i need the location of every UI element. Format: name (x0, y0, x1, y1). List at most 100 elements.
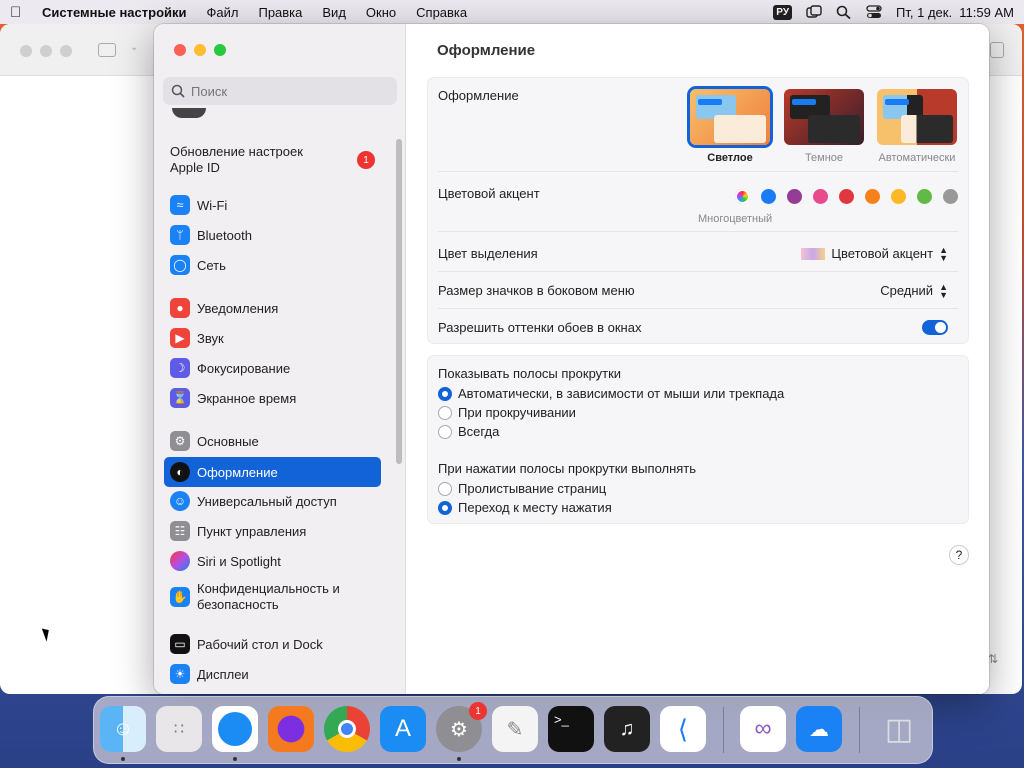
menu-app-name[interactable]: Системные настройки (42, 5, 187, 20)
auto-theme-label[interactable]: Автоматически (872, 152, 962, 164)
menu-file[interactable]: Файл (207, 5, 239, 20)
sidebar-item-bluetooth[interactable]: ᛘ Bluetooth (164, 221, 381, 249)
chrome-icon[interactable] (324, 706, 370, 752)
accent-purple-swatch[interactable] (787, 189, 802, 204)
accent-pink-swatch[interactable] (813, 189, 828, 204)
sidebar-item-focus[interactable]: ☽ Фокусирование (164, 354, 381, 382)
accent-orange-swatch[interactable] (865, 189, 880, 204)
click-spot-radio[interactable]: Переход к месту нажатия (438, 500, 612, 515)
sidebar-toggle-icon[interactable] (98, 43, 116, 57)
menu-clock[interactable]: Пт, 1 дек. 11:59 AM (896, 5, 1014, 20)
sidebar-scrollbar[interactable] (396, 139, 402, 464)
apple-menu-icon[interactable]:  (10, 4, 32, 21)
auto-theme-thumbnail[interactable] (877, 89, 957, 145)
sidebar-item-apple-id-update[interactable]: Обновление настроек Apple ID 1 (164, 142, 381, 180)
scroll-auto-radio[interactable]: Автоматически, в зависимости от мыши или… (438, 386, 784, 401)
help-button[interactable]: ? (949, 545, 969, 565)
sidebar-item-siri-spotlight[interactable]: Siri и Spotlight (164, 547, 381, 575)
appearance-pane: Оформление Оформление Светлое Темное Авт… (407, 24, 989, 694)
launchpad-icon[interactable]: ∷ (156, 706, 202, 752)
control-center-icon[interactable] (866, 5, 882, 19)
highlight-popup[interactable]: Цветовой акцент ▲ ▼ (801, 244, 948, 263)
accent-multicolor-swatch[interactable] (735, 189, 750, 204)
terminal-icon[interactable]: >_ (548, 706, 594, 752)
close-button[interactable] (174, 44, 186, 56)
accent-green-swatch[interactable] (917, 189, 932, 204)
light-theme-label[interactable]: Светлое (685, 152, 775, 164)
radio-button[interactable] (438, 424, 452, 439)
safari-icon[interactable] (212, 706, 258, 752)
minimize-button[interactable] (194, 44, 206, 56)
textedit-icon[interactable]: ✎ (492, 706, 538, 752)
sort-icon[interactable]: ⇅ (988, 652, 998, 666)
sidebar-item-label: Wi-Fi (197, 197, 228, 213)
chevron-down-icon[interactable]: ⌄ (130, 42, 138, 53)
dark-theme-thumbnail[interactable] (784, 89, 864, 145)
moon-icon: ☽ (170, 358, 190, 378)
wallpaper-tint-label: Разрешить оттенки обоев в окнах (438, 319, 642, 335)
icon-size-value: Средний (880, 283, 934, 298)
finder-close-button[interactable] (20, 45, 32, 57)
radio-label: Всегда (458, 424, 500, 439)
finder-zoom-button[interactable] (60, 45, 72, 57)
appearance-label: Оформление (438, 88, 519, 103)
accent-red-swatch[interactable] (839, 189, 854, 204)
sidebar-item-privacy[interactable]: ✋ Конфиденциальность и безопасность (164, 579, 381, 615)
radio-button[interactable] (438, 386, 452, 401)
spotlight-search-icon[interactable] (836, 5, 852, 20)
sidebar-item-wifi[interactable]: ≈ Wi-Fi (164, 191, 381, 219)
sidebar-item-label: Bluetooth (197, 227, 252, 243)
updown-chevron-icon: ▲ ▼ (939, 244, 948, 263)
garageband-icon[interactable]: ♫ (604, 706, 650, 752)
trash-icon[interactable]: ◫ (876, 706, 922, 752)
running-indicator (233, 757, 237, 761)
scroll-when-scrolling-radio[interactable]: При прокручивании (438, 405, 576, 420)
visual-studio-icon[interactable]: ∞ (740, 706, 786, 752)
finder-icon[interactable]: ☺ (100, 706, 146, 752)
sidebar-item-screen-time[interactable]: ⌛ Экранное время (164, 384, 381, 412)
menu-view[interactable]: Вид (322, 5, 346, 20)
menu-window[interactable]: Окно (366, 5, 396, 20)
sidebar-item-desktop-dock[interactable]: ▭ Рабочий стол и Dock (164, 630, 381, 658)
sidebar-item-general[interactable]: ⚙ Основные (164, 427, 381, 455)
sidebar-item-label: Оформление (197, 464, 278, 480)
accent-graphite-swatch[interactable] (943, 189, 958, 204)
menu-edit[interactable]: Правка (258, 5, 302, 20)
dark-theme-label[interactable]: Темное (779, 152, 869, 164)
sidebar-item-control-center[interactable]: ☷ Пункт управления (164, 517, 381, 545)
icon-size-popup[interactable]: Средний ▲ ▼ (880, 282, 948, 299)
menu-help[interactable]: Справка (416, 5, 467, 20)
wallpaper-tint-toggle[interactable] (922, 319, 948, 335)
sidebar-item-appearance[interactable]: ◐ Оформление (164, 457, 381, 487)
app-store-icon[interactable]: A (380, 706, 426, 752)
icon-size-row: Размер значков в боковом меню Средний ▲ ▼ (438, 273, 958, 309)
window-icon[interactable] (806, 5, 822, 19)
sidebar-item-notifications[interactable]: ● Уведомления (164, 294, 381, 322)
avatar[interactable] (172, 108, 206, 118)
scroll-always-radio[interactable]: Всегда (438, 424, 499, 439)
search-field[interactable] (163, 77, 397, 105)
input-language-indicator[interactable]: РУ (773, 4, 793, 20)
wallpaper-tint-row: Разрешить оттенки обоев в окнах (438, 310, 958, 344)
sidebar-item-displays[interactable]: ☀ Дисплеи (164, 660, 381, 688)
zoom-button[interactable] (214, 44, 226, 56)
sidebar-item-accessibility[interactable]: ☺ Универсальный доступ (164, 487, 381, 515)
finder-minimize-button[interactable] (40, 45, 52, 57)
radio-button[interactable] (438, 405, 452, 420)
accent-blue-swatch[interactable] (761, 189, 776, 204)
click-page-radio[interactable]: Пролистывание страниц (438, 481, 606, 496)
sidebar-item-label: Универсальный доступ (197, 493, 337, 509)
radio-button[interactable] (438, 500, 452, 515)
accent-yellow-swatch[interactable] (891, 189, 906, 204)
radio-button[interactable] (438, 481, 452, 496)
sidebar-item-sound[interactable]: ▶ Звук (164, 324, 381, 352)
sidebar-item-network[interactable]: ◯ Сеть (164, 251, 381, 279)
light-theme-thumbnail[interactable] (690, 89, 770, 145)
copy-icon[interactable] (990, 42, 1004, 58)
scrollbars-group: Показывать полосы прокрутки Автоматическ… (427, 355, 969, 524)
search-input[interactable] (191, 83, 381, 99)
firefox-icon[interactable] (268, 706, 314, 752)
vscode-icon[interactable]: ⟨ (660, 706, 706, 752)
page-title: Оформление (437, 42, 536, 59)
weather-icon[interactable]: ☁ (796, 706, 842, 752)
